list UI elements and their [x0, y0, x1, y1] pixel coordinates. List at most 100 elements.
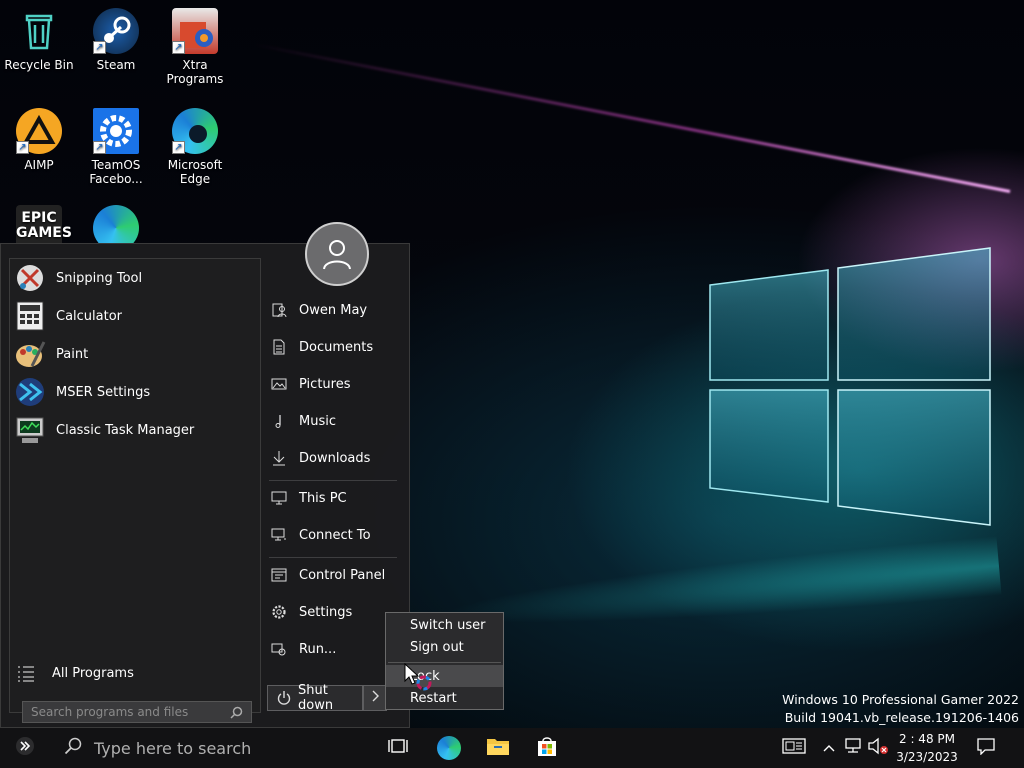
- task-view-button[interactable]: [384, 734, 412, 762]
- mser-settings-icon: [14, 376, 46, 408]
- power-item-sign-out[interactable]: Sign out: [386, 636, 503, 658]
- menu-item-control-panel[interactable]: Control Panel: [269, 562, 405, 588]
- taskbar-search-box[interactable]: Type here to search: [64, 736, 251, 760]
- user-folder-icon: [269, 300, 289, 320]
- clock-date: 3/23/2023: [896, 750, 958, 764]
- menu-separator: [269, 557, 397, 558]
- program-paint[interactable]: Paint: [14, 337, 258, 371]
- taskbar-search-placeholder: Type here to search: [94, 738, 252, 758]
- steam-icon: ↗: [93, 8, 139, 54]
- shutdown-button[interactable]: Shut down: [267, 683, 363, 713]
- menu-item-connect-to[interactable]: Connect To: [269, 522, 405, 548]
- power-item-switch-user[interactable]: Switch user: [386, 614, 503, 636]
- desktop-icon-epic-games[interactable]: EPIC GAMES: [0, 205, 78, 243]
- desktop-icon-steam[interactable]: ↗ Steam: [77, 8, 155, 72]
- desktop-icon-microsoft-edge[interactable]: ↗ Microsoft Edge: [156, 108, 234, 186]
- desktop-icon-label: TeamOS Facebo...: [89, 158, 143, 186]
- teamos-gear-icon: ↗: [93, 108, 139, 154]
- menu-item-pictures[interactable]: Pictures: [269, 371, 405, 397]
- chevron-right-icon: [370, 690, 380, 706]
- folder-icon: [486, 736, 510, 760]
- taskbar-file-explorer-button[interactable]: [484, 734, 512, 762]
- network-icon: [843, 737, 863, 759]
- music-icon: [269, 411, 289, 431]
- shutdown-options-button[interactable]: [363, 685, 387, 711]
- taskbar-clock[interactable]: 2 : 48 PM 3/23/2023: [892, 730, 962, 766]
- calculator-icon: [14, 300, 46, 332]
- all-programs-button[interactable]: All Programs: [16, 661, 134, 685]
- action-center-button[interactable]: [974, 728, 998, 768]
- task-view-icon: [388, 737, 408, 759]
- menu-item-music[interactable]: Music: [269, 408, 405, 434]
- desktop-icon-recycle-bin[interactable]: Recycle Bin: [0, 8, 78, 72]
- program-list-panel: Snipping Tool Calculator Paint MSER Sett…: [9, 258, 261, 723]
- build-watermark: Windows 10 Professional Gamer 2022 Build…: [782, 691, 1019, 727]
- wallpaper-light-glow: [438, 535, 1002, 645]
- shortcut-arrow-icon: ↗: [172, 141, 185, 154]
- download-icon: [269, 448, 289, 468]
- paint-icon: [14, 338, 46, 370]
- program-snipping-tool[interactable]: Snipping Tool: [14, 261, 258, 295]
- taskbar-store-button[interactable]: [533, 734, 561, 762]
- store-icon: [536, 735, 558, 761]
- edge-icon: [93, 205, 139, 243]
- program-calculator[interactable]: Calculator: [14, 299, 258, 333]
- start-button[interactable]: [8, 736, 42, 760]
- menu-item-this-pc[interactable]: This PC: [269, 485, 405, 511]
- network-icon: [269, 525, 289, 545]
- wallpaper-light-beam: [253, 43, 1011, 193]
- menu-separator: [269, 480, 397, 481]
- shutdown-label: Shut down: [298, 683, 334, 713]
- search-icon: [230, 706, 243, 722]
- network-status-button[interactable]: [842, 728, 864, 768]
- mouse-cursor-icon: [404, 663, 432, 691]
- menu-item-documents[interactable]: Documents: [269, 334, 405, 360]
- desktop-icon-label: Recycle Bin: [4, 58, 74, 72]
- desktop-icon-edge-2[interactable]: [77, 205, 155, 243]
- shortcut-arrow-icon: ↗: [172, 41, 185, 54]
- shortcut-arrow-icon: ↗: [93, 141, 106, 154]
- taskbar: Type here to search 2 : 48 PM 3/23/2023: [0, 728, 1024, 768]
- xtra-programs-icon: ↗: [172, 8, 218, 54]
- menu-item-owen-may[interactable]: Owen May: [269, 297, 405, 323]
- desktop-icon-label: AIMP: [24, 158, 54, 172]
- computer-icon: [269, 488, 289, 508]
- program-classic-task-manager[interactable]: Classic Task Manager: [14, 413, 258, 447]
- list-icon: [16, 663, 36, 683]
- power-icon: [276, 690, 292, 706]
- news-widget-button[interactable]: [778, 728, 810, 768]
- program-mser-settings[interactable]: MSER Settings: [14, 375, 258, 409]
- start-orb-icon: [15, 736, 35, 760]
- desktop-icon-label: Steam: [96, 58, 136, 72]
- start-search-input[interactable]: Search programs and files: [22, 701, 252, 723]
- edge-icon: ↗: [172, 108, 218, 154]
- epic-games-icon: EPIC GAMES: [16, 205, 72, 243]
- shortcut-arrow-icon: ↗: [93, 41, 106, 54]
- user-avatar[interactable]: [305, 222, 369, 286]
- show-hidden-icons-button[interactable]: [820, 728, 838, 768]
- shortcut-arrow-icon: ↗: [16, 141, 29, 154]
- taskbar-edge-button[interactable]: [435, 734, 463, 762]
- desktop-icon-label: Microsoft Edge: [167, 158, 223, 186]
- power-options-menu: Switch user Sign out Lock Restart: [385, 612, 504, 710]
- picture-icon: [269, 374, 289, 394]
- clock-time: 2 : 48 PM: [899, 732, 955, 746]
- menu-item-downloads[interactable]: Downloads: [269, 445, 405, 471]
- recycle-bin-icon: [16, 8, 62, 54]
- task-manager-icon: [14, 414, 46, 446]
- notification-icon: [976, 737, 996, 759]
- chevron-up-icon: [823, 741, 835, 756]
- desktop-icon-aimp[interactable]: ↗ AIMP: [0, 108, 78, 172]
- aimp-icon: ↗: [16, 108, 62, 154]
- run-icon: [269, 639, 289, 659]
- speaker-muted-icon: [867, 737, 889, 759]
- control-panel-icon: [269, 565, 289, 585]
- desktop-icon-teamos[interactable]: ↗ TeamOS Facebo...: [77, 108, 155, 186]
- start-menu: Snipping Tool Calculator Paint MSER Sett…: [0, 222, 410, 728]
- gear-icon: [269, 602, 289, 622]
- volume-button[interactable]: [866, 728, 890, 768]
- desktop-icon-xtra-programs[interactable]: ↗ Xtra Programs: [156, 8, 234, 86]
- windows-logo-light: [709, 247, 991, 526]
- all-programs-label: All Programs: [52, 665, 134, 681]
- desktop-icon-label: Xtra Programs: [166, 58, 224, 86]
